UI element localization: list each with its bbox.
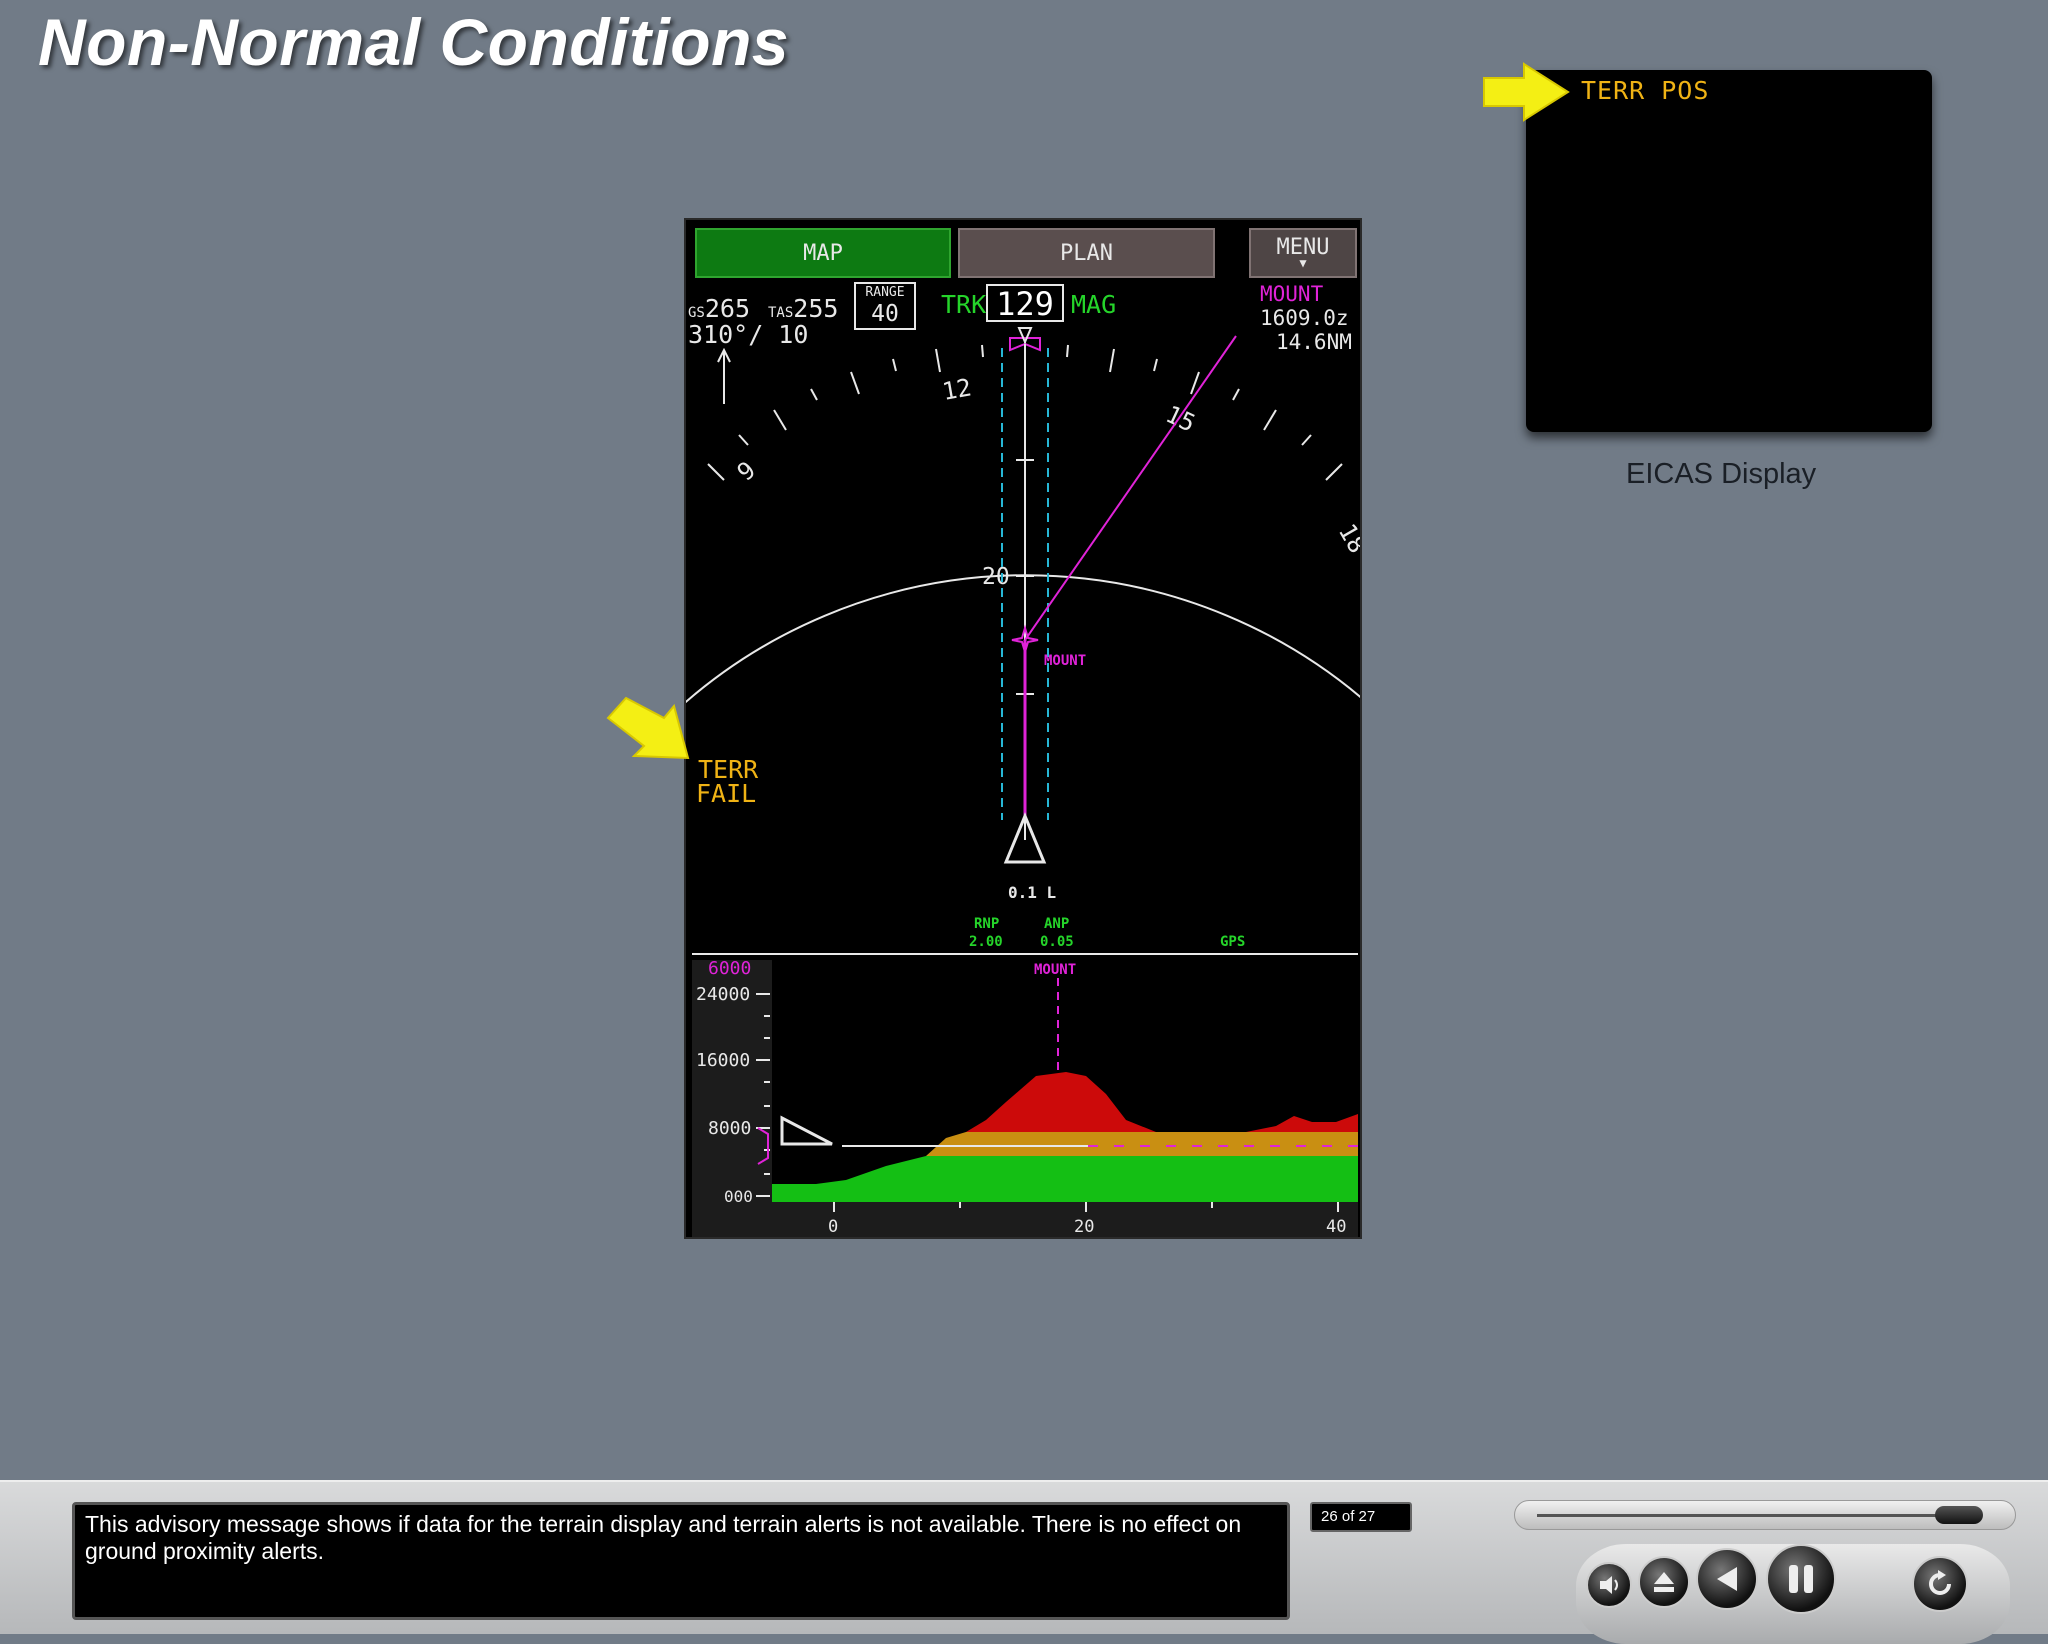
speaker-icon — [1600, 1576, 1618, 1594]
replay-button[interactable] — [1912, 1556, 1968, 1612]
vsd-distance-panel — [772, 1202, 1358, 1237]
previous-button[interactable] — [1696, 1548, 1758, 1610]
vsd-waypoint-label: MOUNT — [1034, 962, 1076, 978]
terrain-green — [772, 1156, 1358, 1202]
deviation-readout: 0.1 L — [1008, 883, 1056, 902]
compass-tick — [773, 409, 787, 431]
player-bar: This advisory message shows if data for … — [0, 1480, 2048, 1644]
terrain-amber — [926, 1132, 1358, 1156]
compass-tick — [707, 463, 725, 481]
terr-fail-line2: FAIL — [696, 779, 756, 808]
vsd-alt-label-8000: 8000 — [708, 1118, 751, 1139]
compass-tick — [810, 388, 818, 401]
map-graphics: 9 12 15 18 20 MOUNT 0.1 L TERR FAIL RNP … — [686, 327, 1362, 1237]
pause-bar-right — [1804, 1565, 1813, 1593]
rnp-value: 2.00 — [969, 934, 1003, 950]
anp-label: ANP — [1044, 916, 1069, 932]
pointer-arrow-icon — [606, 696, 690, 760]
speaker-shape — [1600, 1576, 1612, 1594]
vsd-airplane-icon — [780, 1115, 833, 1146]
compass-label-18: 18 — [1333, 519, 1362, 558]
pause-bar-left — [1789, 1565, 1798, 1593]
compass-tick — [892, 358, 897, 372]
compass-tick — [1301, 434, 1312, 446]
compass-label-12: 12 — [940, 373, 973, 406]
compass-tick — [738, 434, 749, 446]
navigation-display: MAP PLAN MENU ▼ GS265 TAS255 310°/ 10 RA… — [684, 218, 1362, 1239]
wind-arrow-icon — [717, 348, 731, 404]
vsd-alt-label-16000: 16000 — [696, 1050, 750, 1071]
compass-tick — [981, 344, 984, 358]
eject-button[interactable] — [1638, 1556, 1690, 1608]
eicas-caption: EICAS Display — [1626, 458, 1817, 490]
compass-tick — [1325, 463, 1343, 481]
progress-slider[interactable] — [1514, 1500, 2016, 1530]
previous-triangle — [1717, 1567, 1737, 1591]
page-title: Non-Normal Conditions — [38, 5, 790, 79]
compass-tick — [1066, 344, 1069, 358]
progress-knob[interactable] — [1935, 1506, 1984, 1524]
eicas-display: TERR POS — [1526, 70, 1932, 432]
compass-tick — [1263, 409, 1277, 431]
vsd-dist-label-0: 0 — [828, 1217, 838, 1237]
eicas-pointer-arrow-shape — [1483, 62, 1570, 122]
compass-tick — [935, 348, 941, 373]
progress-track — [1537, 1514, 1977, 1517]
eicas-message: TERR POS — [1581, 76, 1710, 105]
replay-icon — [1929, 1570, 1951, 1595]
vsd-alt-label-24000: 24000 — [696, 984, 750, 1005]
rnp-label: RNP — [974, 916, 999, 932]
compass-label-9: 9 — [732, 456, 761, 487]
slide-counter: 26 of 27 — [1310, 1502, 1412, 1532]
compass-tick — [1153, 358, 1158, 372]
vsd-alt-label-000: 000 — [724, 1187, 753, 1206]
waypoint-map-label: MOUNT — [1044, 653, 1086, 669]
eject-bar — [1654, 1587, 1674, 1592]
eicas-pointer-arrow-icon — [1483, 62, 1570, 122]
replay-arrowhead — [1938, 1570, 1946, 1580]
compass-label-15: 15 — [1161, 400, 1199, 438]
anp-value: 0.05 — [1040, 934, 1074, 950]
playback-controls — [1576, 1544, 2010, 1644]
speaker-wave — [1614, 1579, 1618, 1591]
range-scale-label: 20 — [982, 564, 1010, 590]
compass-tick — [1109, 348, 1115, 373]
vsd-dist-label-20: 20 — [1074, 1217, 1094, 1237]
track-pointer — [1017, 327, 1033, 345]
vsd-dist-label-40: 40 — [1326, 1217, 1346, 1237]
terrain-red — [966, 1072, 1358, 1132]
vsd-selected-alt: 6000 — [708, 958, 751, 979]
pointer-arrow-shape — [606, 696, 690, 760]
pause-icon — [1789, 1565, 1813, 1593]
compass-tick — [1232, 388, 1240, 401]
previous-icon — [1717, 1567, 1737, 1591]
volume-button[interactable] — [1586, 1562, 1632, 1608]
eject-triangle — [1654, 1572, 1674, 1584]
gps-label: GPS — [1220, 934, 1245, 950]
compass-tick — [850, 371, 860, 395]
narration-caption: This advisory message shows if data for … — [72, 1502, 1290, 1620]
route-line — [1024, 335, 1237, 641]
eject-icon — [1654, 1572, 1674, 1592]
pause-button[interactable] — [1766, 1544, 1836, 1614]
